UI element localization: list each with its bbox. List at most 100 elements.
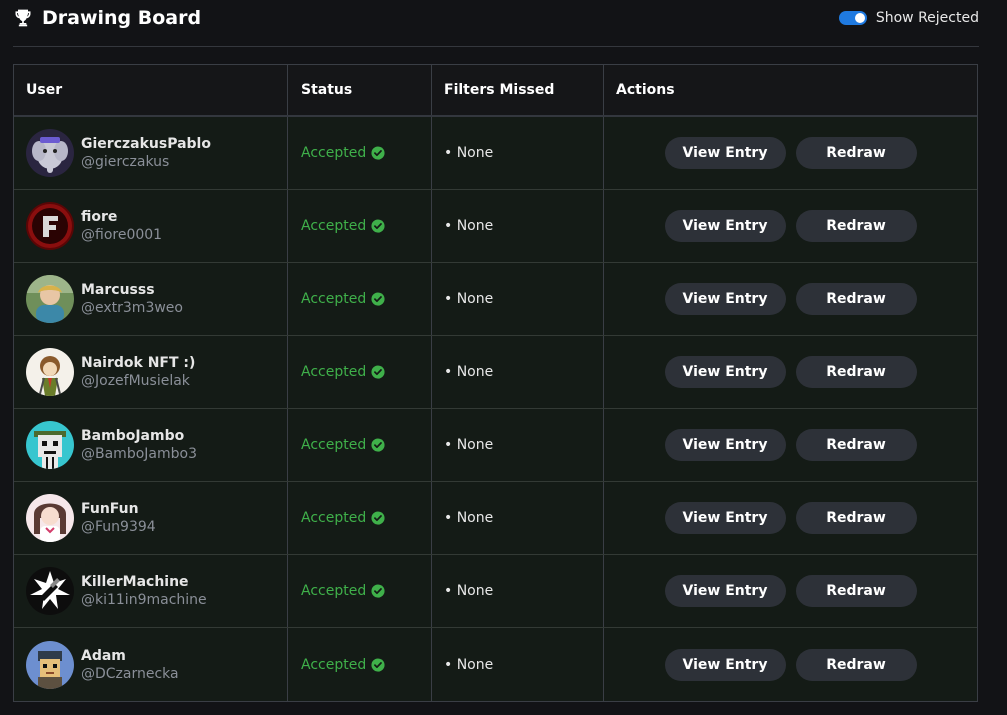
status-badge: Accepted xyxy=(301,437,385,453)
column-header-status: Status xyxy=(288,65,432,115)
filters-missed-value: • None xyxy=(444,510,494,526)
column-header-actions: Actions xyxy=(616,82,675,98)
redraw-button[interactable]: Redraw xyxy=(795,356,917,388)
status-text: Accepted xyxy=(301,510,367,526)
user-cell: KillerMachine @ki11in9machine xyxy=(14,555,288,627)
status-text: Accepted xyxy=(301,437,367,453)
redraw-button[interactable]: Redraw xyxy=(795,648,917,681)
check-circle-icon xyxy=(371,219,385,233)
redraw-button[interactable]: Redraw xyxy=(795,429,917,461)
check-circle-icon xyxy=(371,365,385,379)
toggle-knob xyxy=(854,13,865,23)
view-entry-button[interactable]: View Entry xyxy=(664,502,786,534)
page-header: Drawing Board Show Rejected xyxy=(13,0,979,47)
status-text: Accepted xyxy=(301,218,367,234)
view-entry-button[interactable]: View Entry xyxy=(664,429,786,461)
view-entry-button[interactable]: View Entry xyxy=(664,210,786,242)
view-entry-button[interactable]: View Entry xyxy=(664,283,786,315)
status-text: Accepted xyxy=(301,583,367,599)
filters-missed-value: • None xyxy=(444,218,494,234)
user-cell: Nairdok NFT :) @JozefMusielak xyxy=(14,336,288,408)
entries-table: User Status Filters Missed Actions Gierc… xyxy=(13,64,978,702)
table-row: Marcusss @extr3m3weo Accepted • None Vie… xyxy=(14,263,977,336)
status-cell: Accepted xyxy=(288,190,432,262)
redraw-button[interactable]: Redraw xyxy=(795,502,917,534)
view-entry-button[interactable]: View Entry xyxy=(664,356,786,388)
check-circle-icon xyxy=(371,292,385,306)
filters-cell: • None xyxy=(432,555,604,627)
table-header: User Status Filters Missed Actions xyxy=(14,65,977,117)
filters-cell: • None xyxy=(432,482,604,554)
user-name: fiore xyxy=(81,209,118,225)
table-row: BamboJambo @BamboJambo3 Accepted • None … xyxy=(14,409,977,482)
status-text: Accepted xyxy=(301,656,367,673)
check-circle-icon xyxy=(371,511,385,525)
filters-cell: • None xyxy=(432,117,604,189)
table-row: KillerMachine @ki11in9machine Accepted •… xyxy=(14,555,977,628)
show-rejected-label[interactable]: Show Rejected xyxy=(876,10,979,26)
avatar xyxy=(26,348,74,396)
actions-cell: View Entry Redraw xyxy=(604,117,977,189)
status-text: Accepted xyxy=(301,145,367,161)
user-handle: @gierczakus xyxy=(81,154,170,170)
filters-cell: • None xyxy=(432,336,604,408)
view-entry-button[interactable]: View Entry xyxy=(664,575,786,607)
table-row: Nairdok NFT :) @JozefMusielak Accepted •… xyxy=(14,336,977,409)
actions-cell: View Entry Redraw xyxy=(604,482,977,554)
filters-missed-value: • None xyxy=(444,364,494,380)
redraw-button[interactable]: Redraw xyxy=(795,283,917,315)
column-header-filters-missed: Filters Missed xyxy=(432,65,604,115)
filters-cell: • None xyxy=(432,628,604,701)
title-group: Drawing Board xyxy=(13,5,201,31)
check-circle-icon xyxy=(371,584,385,598)
user-handle: @DCzarnecka xyxy=(81,665,179,682)
filters-missed-value: • None xyxy=(444,656,494,673)
show-rejected-toggle[interactable] xyxy=(838,11,867,25)
user-handle: @BamboJambo3 xyxy=(81,446,197,462)
user-handle: @extr3m3weo xyxy=(81,300,183,316)
user-cell: Adam @DCzarnecka xyxy=(14,628,288,701)
user-handle: @fiore0001 xyxy=(81,227,163,243)
status-cell: Accepted xyxy=(288,263,432,335)
user-name: BamboJambo xyxy=(81,428,185,444)
avatar xyxy=(26,494,74,542)
filters-missed-value: • None xyxy=(444,145,494,161)
table-row: FunFun @Fun9394 Accepted • None View Ent… xyxy=(14,482,977,555)
filters-cell: • None xyxy=(432,190,604,262)
filters-missed-value: • None xyxy=(444,291,494,307)
actions-cell: View Entry Redraw xyxy=(604,628,977,701)
redraw-button[interactable]: Redraw xyxy=(795,210,917,242)
status-cell: Accepted xyxy=(288,117,432,189)
redraw-button[interactable]: Redraw xyxy=(795,137,917,169)
table-row: fiore @fiore0001 Accepted • None View En… xyxy=(14,190,977,263)
actions-cell: View Entry Redraw xyxy=(604,409,977,481)
avatar xyxy=(26,567,74,615)
table-row: GierczakusPablo @gierczakus Accepted • N… xyxy=(14,117,977,190)
user-handle: @ki11in9machine xyxy=(81,592,207,608)
user-name: Adam xyxy=(81,647,126,664)
check-circle-icon xyxy=(371,438,385,452)
actions-cell: View Entry Redraw xyxy=(604,336,977,408)
view-entry-button[interactable]: View Entry xyxy=(664,137,786,169)
user-name: KillerMachine xyxy=(81,574,189,590)
status-cell: Accepted xyxy=(288,482,432,554)
trophy-icon xyxy=(15,9,31,27)
avatar xyxy=(26,202,74,250)
status-badge: Accepted xyxy=(301,218,385,234)
user-handle: @JozefMusielak xyxy=(81,373,190,389)
status-text: Accepted xyxy=(301,364,367,380)
filters-missed-value: • None xyxy=(444,583,494,599)
status-badge: Accepted xyxy=(301,510,385,526)
check-circle-icon xyxy=(371,146,385,160)
filters-cell: • None xyxy=(432,409,604,481)
actions-cell: View Entry Redraw xyxy=(604,555,977,627)
status-badge: Accepted xyxy=(301,291,385,307)
avatar xyxy=(26,640,74,689)
view-entry-button[interactable]: View Entry xyxy=(664,648,786,681)
avatar xyxy=(26,275,74,323)
actions-cell: View Entry Redraw xyxy=(604,190,977,262)
status-badge: Accepted xyxy=(301,657,385,673)
status-cell: Accepted xyxy=(288,555,432,627)
show-rejected-toggle-group[interactable]: Show Rejected xyxy=(838,8,979,28)
redraw-button[interactable]: Redraw xyxy=(795,575,917,607)
